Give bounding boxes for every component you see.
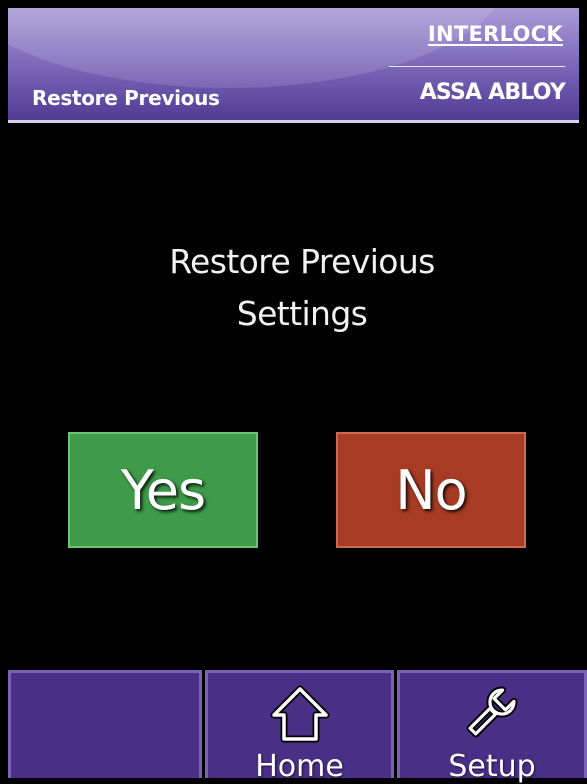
logo-divider — [389, 66, 565, 67]
nav-blank-button[interactable] — [8, 670, 202, 778]
home-icon — [270, 685, 329, 743]
header-divider — [8, 120, 579, 123]
yes-button[interactable]: Yes — [68, 432, 258, 548]
prompt-line-1: Restore Previous — [169, 242, 435, 281]
logo-interlock-text: INTERLOCK — [427, 22, 563, 46]
bottom-nav: Home Setup — [8, 670, 587, 784]
nav-setup-label: Setup — [448, 749, 536, 784]
logo-assa-abloy-text: ASSA ABLOY — [419, 80, 566, 105]
page-title: Restore Previous — [32, 86, 220, 110]
nav-home-label: Home — [255, 749, 344, 784]
no-button[interactable]: No — [336, 432, 526, 548]
header-bar: Restore Previous INTERLOCK ASSA ABLOY — [8, 8, 579, 120]
nav-home-button[interactable]: Home — [205, 670, 394, 784]
wrench-icon — [466, 686, 518, 738]
brand-logo: INTERLOCK ASSA ABLOY — [385, 22, 566, 112]
prompt-line-2: Settings — [236, 294, 368, 333]
confirmation-prompt: Restore Previous Settings — [0, 236, 587, 340]
nav-setup-button[interactable]: Setup — [397, 670, 587, 784]
